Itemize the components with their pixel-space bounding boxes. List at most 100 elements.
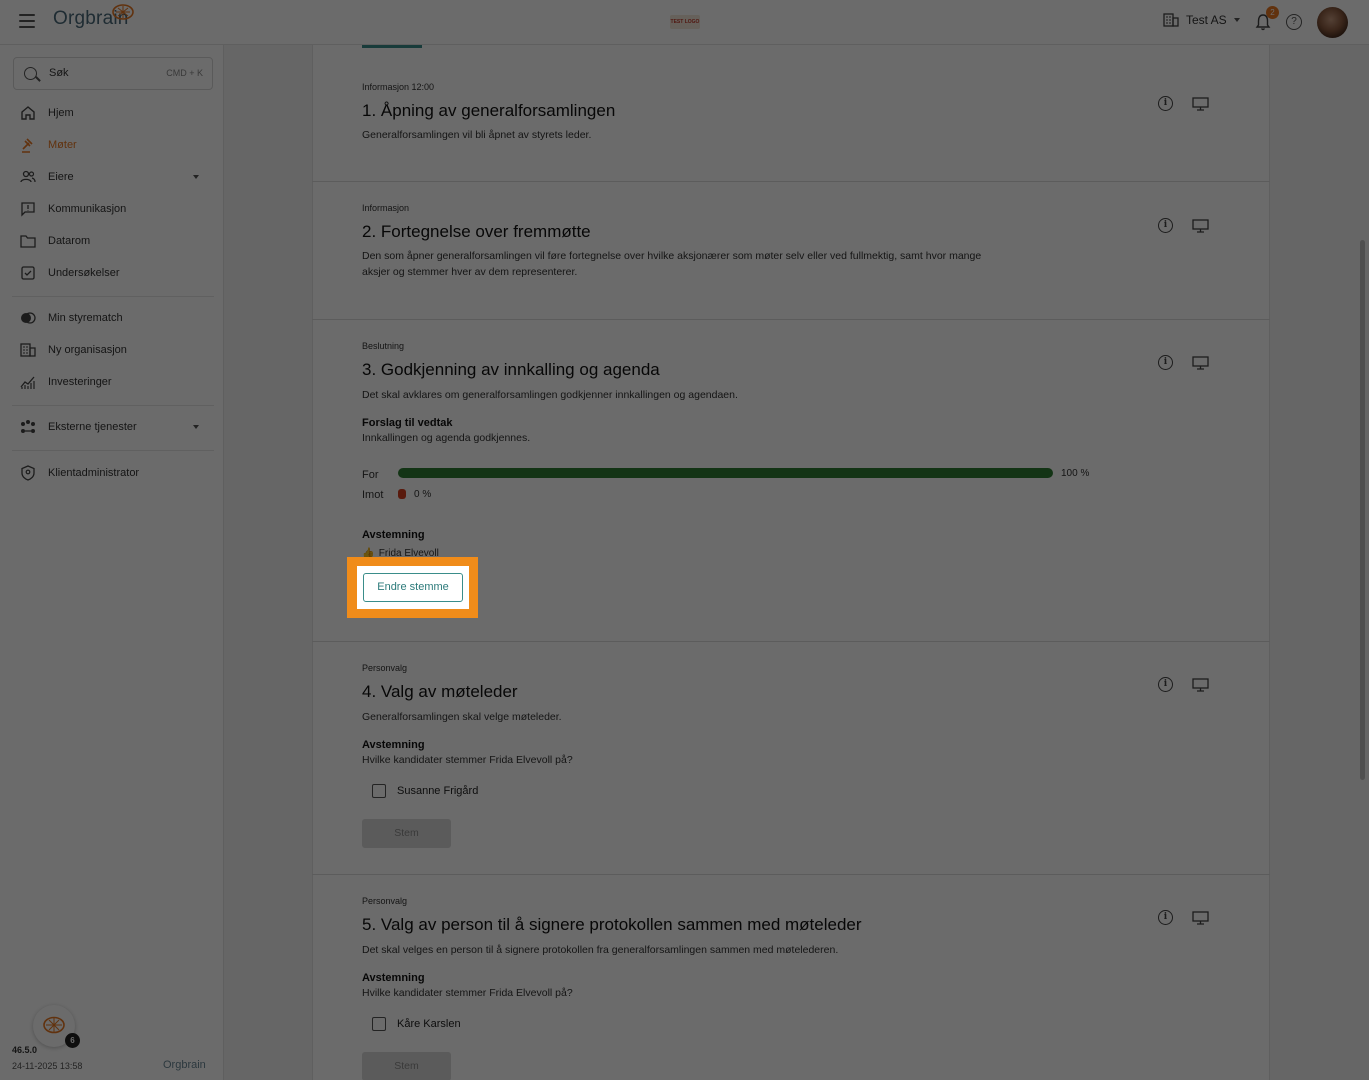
sidebar-item-eiere[interactable]: Eiere bbox=[20, 167, 205, 187]
chart-icon bbox=[20, 376, 35, 389]
spotlight: Endre stemme bbox=[357, 566, 469, 609]
sidebar-item-label: Hjem bbox=[48, 107, 74, 119]
proposal-text: Innkallingen og agenda godkjennes. bbox=[362, 432, 531, 444]
vote-button[interactable]: Stem bbox=[362, 1052, 451, 1080]
agenda-kind: Personvalg bbox=[362, 896, 408, 906]
info-icon[interactable]: i bbox=[1158, 355, 1173, 370]
avatar[interactable] bbox=[1317, 7, 1348, 38]
chevron-down-icon bbox=[193, 175, 199, 179]
voting-heading: Avstemning bbox=[362, 529, 425, 541]
for-percent: 100 % bbox=[1061, 468, 1090, 479]
shield-icon bbox=[21, 465, 35, 481]
sidebar-item-label: Datarom bbox=[48, 235, 91, 247]
agenda-description: Den som åpner generalforsamlingen vil fø… bbox=[362, 250, 982, 278]
scrollbar[interactable] bbox=[1360, 240, 1365, 780]
folder-icon bbox=[20, 235, 36, 248]
change-vote-button[interactable]: Endre stemme bbox=[363, 573, 463, 602]
info-icon[interactable]: i bbox=[1158, 677, 1173, 692]
org-switcher[interactable]: Test AS bbox=[1163, 13, 1240, 27]
version-number: 46.5.0 bbox=[12, 1045, 38, 1055]
sidebar-item-undersokelser[interactable]: Undersøkelser bbox=[20, 263, 205, 283]
toggle-icon bbox=[21, 312, 36, 324]
present-icon[interactable] bbox=[1192, 911, 1209, 925]
people-icon bbox=[20, 170, 36, 183]
agenda-item: Personvalg 5. Valg av person til å signe… bbox=[312, 875, 1270, 1080]
proposal-heading: Forslag til vedtak bbox=[362, 417, 453, 429]
divider bbox=[12, 405, 214, 406]
gavel-icon bbox=[22, 138, 33, 153]
voting-heading: Avstemning bbox=[362, 972, 425, 984]
org-name: Test AS bbox=[1186, 13, 1227, 27]
search-placeholder: Søk bbox=[49, 67, 69, 79]
divider bbox=[12, 296, 214, 297]
message-icon bbox=[21, 202, 35, 217]
present-icon[interactable] bbox=[1192, 219, 1209, 233]
against-percent: 0 % bbox=[414, 489, 432, 500]
help-icon[interactable]: ? bbox=[1286, 14, 1302, 30]
sidebar-item-label: Klientadministrator bbox=[48, 467, 140, 479]
sidebar-item-label: Min styrematch bbox=[48, 312, 123, 324]
agenda-kind: Personvalg bbox=[362, 663, 408, 673]
candidate-checkbox[interactable] bbox=[372, 1017, 386, 1031]
sidebar-item-eksterne-tjenester[interactable]: Eksterne tjenester bbox=[20, 417, 205, 437]
agenda-item: Informasjon 2. Fortegnelse over fremmøtt… bbox=[312, 182, 1270, 320]
sidebar-item-investeringer[interactable]: Investeringer bbox=[20, 372, 205, 392]
agenda-title: 4. Valg av møteleder bbox=[362, 682, 518, 701]
voting-question: Hvilke kandidater stemmer Frida Elvevoll… bbox=[362, 754, 573, 766]
sidebar: Søk CMD + K Hjem Møter Eiere Kommunikasj… bbox=[0, 45, 224, 1080]
search-shortcut: CMD + K bbox=[166, 68, 203, 78]
agenda-item: Personvalg 4. Valg av møteleder Generalf… bbox=[312, 642, 1270, 875]
survey-icon bbox=[21, 266, 35, 280]
agenda-description: Generalforsamlingen skal velge møteleder… bbox=[362, 711, 562, 723]
agenda-title: 2. Fortegnelse over fremmøtte bbox=[362, 222, 591, 241]
vote-button[interactable]: Stem bbox=[362, 819, 451, 848]
agenda-item: Informasjon 12:00 1. Åpning av generalfo… bbox=[312, 52, 1270, 182]
brain-icon bbox=[112, 4, 134, 20]
voting-heading: Avstemning bbox=[362, 739, 425, 751]
agenda-kind: Beslutning bbox=[362, 341, 405, 351]
sidebar-item-label: Undersøkelser bbox=[48, 267, 120, 279]
assistant-badge: 6 bbox=[65, 1033, 80, 1048]
info-icon[interactable]: i bbox=[1158, 910, 1173, 925]
active-tab-indicator bbox=[362, 45, 422, 48]
chevron-down-icon bbox=[1233, 18, 1240, 22]
info-icon[interactable]: i bbox=[1158, 218, 1173, 233]
agenda-title: 3. Godkjenning av innkalling og agenda bbox=[362, 360, 660, 379]
agenda-kind: Informasjon 12:00 bbox=[362, 82, 435, 92]
for-label: For bbox=[362, 469, 379, 481]
candidate-name: Kåre Karslen bbox=[397, 1018, 461, 1030]
present-icon[interactable] bbox=[1192, 356, 1209, 370]
top-bar: Orgbrain TEST LOGO Test AS 2 ? bbox=[0, 0, 1369, 45]
orgbrain-logo[interactable]: Orgbrain bbox=[53, 4, 134, 30]
candidate-name: Susanne Frigård bbox=[397, 785, 479, 797]
building-icon bbox=[20, 343, 36, 357]
sidebar-item-moter[interactable]: Møter bbox=[20, 135, 205, 155]
sidebar-item-kommunikasjon[interactable]: Kommunikasjon bbox=[20, 199, 205, 219]
sidebar-item-label: Kommunikasjon bbox=[48, 203, 127, 215]
menu-icon[interactable] bbox=[19, 14, 35, 28]
search-icon bbox=[24, 67, 37, 80]
candidate-checkbox[interactable] bbox=[372, 784, 386, 798]
agenda-kind: Informasjon bbox=[362, 203, 410, 213]
agenda-description: Det skal avklares om generalforsamlingen… bbox=[362, 389, 738, 401]
sidebar-item-label: Ny organisasjon bbox=[48, 344, 127, 356]
sidebar-item-ny-organisasjon[interactable]: Ny organisasjon bbox=[20, 340, 205, 360]
sidebar-item-label: Eiere bbox=[48, 171, 74, 183]
sidebar-item-label: Eksterne tjenester bbox=[48, 421, 137, 433]
sidebar-item-hjem[interactable]: Hjem bbox=[20, 103, 205, 123]
agenda-title: 5. Valg av person til å signere protokol… bbox=[362, 915, 862, 934]
agenda-description: Generalforsamlingen vil bli åpnet av sty… bbox=[362, 129, 592, 141]
present-icon[interactable] bbox=[1192, 97, 1209, 111]
present-icon[interactable] bbox=[1192, 678, 1209, 692]
test-logo: TEST LOGO bbox=[670, 15, 700, 29]
sidebar-item-klientadministrator[interactable]: Klientadministrator bbox=[20, 463, 205, 483]
for-bar bbox=[398, 468, 1053, 478]
notification-badge: 2 bbox=[1266, 6, 1279, 19]
sidebar-item-min-styrematch[interactable]: Min styrematch bbox=[20, 308, 205, 328]
search-input[interactable]: Søk CMD + K bbox=[13, 57, 213, 90]
sidebar-item-datarom[interactable]: Datarom bbox=[20, 231, 205, 251]
info-icon[interactable]: i bbox=[1158, 96, 1173, 111]
build-date: 24-11-2025 13:58 bbox=[12, 1061, 83, 1071]
agenda-description: Det skal velges en person til å signere … bbox=[362, 944, 839, 956]
services-icon bbox=[21, 420, 35, 433]
